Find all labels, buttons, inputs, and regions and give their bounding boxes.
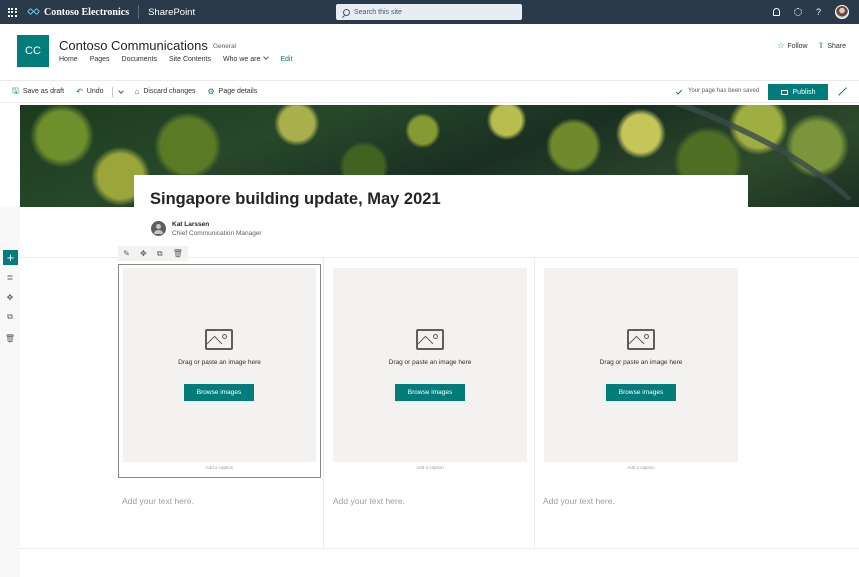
- drag-paste-text: Drag or paste an image here: [599, 359, 683, 366]
- undo-icon: ↶: [76, 87, 83, 96]
- save-icon: 🖫: [12, 85, 19, 95]
- nav-label: Who we are: [222, 56, 261, 63]
- follow-label: Follow: [787, 43, 808, 50]
- duplicate-icon[interactable]: ⧉: [157, 249, 163, 259]
- caption-input[interactable]: Add a caption: [123, 465, 316, 470]
- author-name[interactable]: Kat Larssen: [172, 221, 209, 228]
- suite-icons: ?: [772, 0, 849, 24]
- page-details-label: Page details: [218, 88, 258, 95]
- user-avatar[interactable]: [835, 5, 849, 19]
- save-draft-label: Save as draft: [22, 88, 65, 95]
- browse-images-button[interactable]: Browse images: [606, 384, 676, 401]
- add-section-button[interactable]: +: [3, 250, 18, 265]
- nav-item-who-we-are[interactable]: Who we are: [222, 54, 270, 63]
- discard-icon: ⌂: [134, 87, 140, 96]
- duplicate-section-icon[interactable]: ⧉: [6, 312, 14, 321]
- web-part-toolbar: ✎ ✥ ⧉ 🗑: [118, 246, 188, 261]
- publish-icon: [780, 89, 788, 95]
- save-draft-button[interactable]: 🖫 Save as draft: [12, 85, 64, 99]
- page-details-button[interactable]: ⚙ Page details: [208, 87, 258, 96]
- move-icon[interactable]: ✥: [140, 249, 147, 258]
- waffle-icon: [7, 7, 17, 17]
- browse-images-button[interactable]: Browse images: [395, 384, 465, 401]
- image-placeholder[interactable]: Drag or paste an image here Browse image…: [123, 268, 316, 470]
- star-icon: ☆: [777, 41, 785, 50]
- save-status-text: Your page has been saved: [688, 88, 760, 94]
- undo-button[interactable]: ↶ Undo: [76, 87, 103, 96]
- nav-item-site-contents[interactable]: Site Contents: [169, 56, 211, 63]
- site-classification: General: [213, 43, 237, 50]
- share-button[interactable]: ⇪ Share: [818, 41, 846, 50]
- delete-icon[interactable]: 🗑: [173, 249, 183, 258]
- delete-section-icon[interactable]: 🗑: [5, 334, 15, 343]
- edit-pencil-icon[interactable]: ✎: [123, 249, 130, 258]
- divider: [138, 5, 140, 19]
- image-icon: [627, 329, 655, 350]
- discard-changes-button[interactable]: ⌂ Discard changes: [135, 87, 196, 96]
- caption-input[interactable]: Add a caption: [333, 465, 527, 470]
- move-section-icon[interactable]: ✥: [6, 293, 14, 302]
- checkmark-icon: [675, 87, 683, 95]
- drag-paste-text: Drag or paste an image here: [178, 359, 261, 366]
- chevron-down-icon: [263, 54, 270, 60]
- edit-section-icon[interactable]: ≣: [6, 273, 14, 282]
- nav-edit-link[interactable]: Edit: [280, 56, 292, 63]
- undo-label: Undo: [86, 88, 104, 95]
- follow-button[interactable]: ☆ Follow: [777, 41, 807, 50]
- site-actions: ☆ Follow ⇪ Share: [777, 41, 846, 50]
- expand-icon[interactable]: [838, 87, 847, 96]
- nav-item-home[interactable]: Home: [59, 56, 78, 63]
- text-web-part-placeholder[interactable]: Add your text here.: [333, 496, 405, 506]
- divider: [111, 86, 113, 97]
- gear-icon: ⚙: [207, 87, 215, 96]
- title-area: Singapore building update, May 2021 Kat …: [134, 175, 748, 257]
- page-title[interactable]: Singapore building update, May 2021: [150, 190, 441, 209]
- search-icon: [343, 8, 350, 16]
- caption-input[interactable]: Add a caption: [544, 465, 738, 470]
- image-placeholder[interactable]: Drag or paste an image here Browse image…: [544, 268, 738, 470]
- drag-paste-text: Drag or paste an image here: [388, 359, 472, 366]
- site-logo[interactable]: CC: [17, 35, 49, 67]
- contoso-logo-icon: [26, 6, 41, 18]
- author-role: Chief Communication Manager: [172, 230, 262, 237]
- nav-item-documents[interactable]: Documents: [122, 56, 157, 63]
- undo-dropdown-chevron-icon[interactable]: [117, 87, 124, 94]
- share-icon: ⇪: [817, 41, 825, 50]
- author-avatar: [151, 221, 166, 236]
- image-placeholder[interactable]: Drag or paste an image here Browse image…: [333, 268, 527, 470]
- publish-button[interactable]: Publish: [768, 84, 828, 100]
- nav-item-pages[interactable]: Pages: [90, 56, 110, 63]
- column-divider: [323, 257, 324, 549]
- publish-label: Publish: [792, 88, 816, 96]
- org-brand[interactable]: Contoso Electronics: [26, 6, 130, 18]
- site-header: CC Contoso Communications General Home P…: [0, 24, 859, 80]
- save-status: Your page has been saved: [675, 87, 760, 95]
- settings-gear-icon[interactable]: [793, 8, 802, 16]
- app-name[interactable]: SharePoint: [148, 7, 195, 18]
- site-navigation: Home Pages Documents Site Contents Who w…: [59, 54, 292, 63]
- discard-label: Discard changes: [143, 88, 196, 95]
- browse-images-button[interactable]: Browse images: [184, 384, 254, 401]
- share-label: Share: [827, 43, 846, 50]
- org-name: Contoso Electronics: [44, 6, 130, 18]
- notifications-bell-icon[interactable]: [772, 8, 780, 16]
- command-bar: 🖫 Save as draft ↶ Undo ⌂ Discard changes ⚙ P…: [0, 80, 859, 103]
- image-icon: [205, 329, 233, 350]
- search-placeholder: Search this site: [354, 8, 402, 16]
- help-icon[interactable]: ?: [816, 7, 821, 17]
- site-title[interactable]: Contoso Communications: [59, 38, 208, 53]
- text-web-part-placeholder[interactable]: Add your text here.: [122, 496, 194, 506]
- column-divider: [534, 257, 535, 549]
- search-box[interactable]: Search this site: [336, 4, 522, 20]
- image-icon: [416, 329, 444, 350]
- app-launcher-button[interactable]: [0, 0, 24, 24]
- text-web-part-placeholder[interactable]: Add your text here.: [543, 496, 615, 506]
